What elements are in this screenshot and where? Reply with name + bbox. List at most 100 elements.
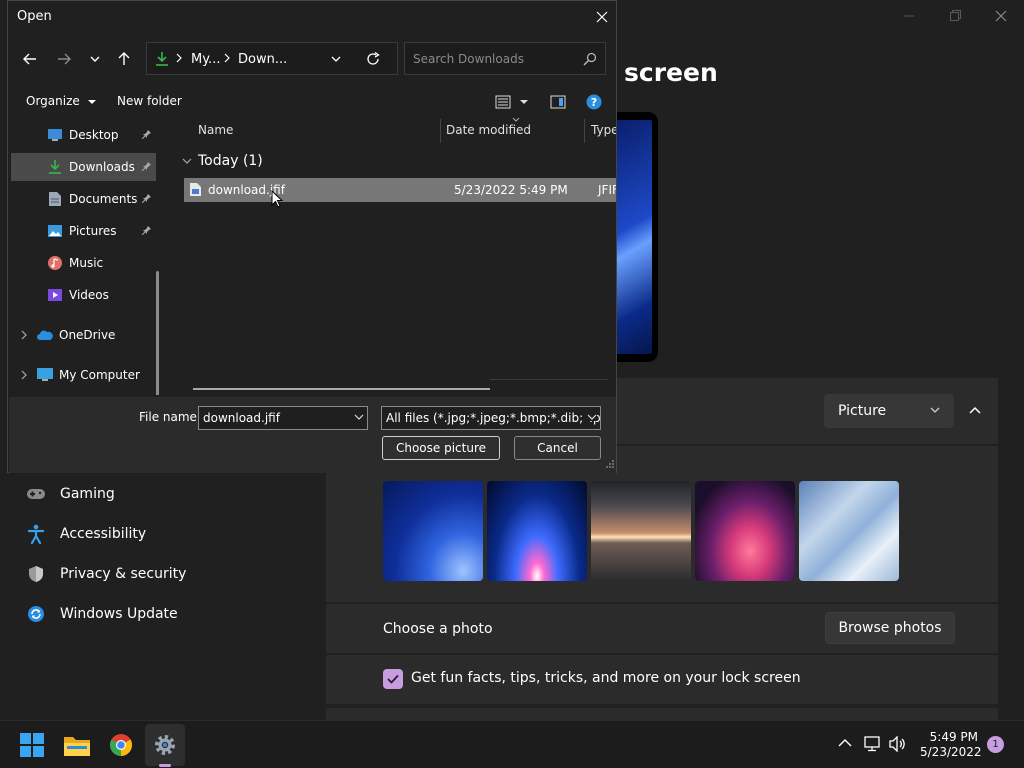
cloud-icon xyxy=(37,327,53,343)
tree-item-onedrive[interactable]: OneDrive xyxy=(11,321,156,349)
group-header[interactable]: Today (1) xyxy=(182,153,263,169)
tree-item-downloads[interactable]: Downloads xyxy=(11,153,156,181)
clock-date: 5/23/2022 xyxy=(920,745,982,759)
navigation-pane: Desktop Downloads Documents Pictures Mus… xyxy=(9,117,165,395)
column-header-name[interactable]: Name xyxy=(198,123,233,137)
start-button[interactable] xyxy=(16,729,48,761)
address-bar[interactable]: My... Down... xyxy=(146,42,398,75)
choose-photo-label: Choose a photo xyxy=(383,621,493,637)
gamepad-icon xyxy=(26,484,46,504)
group-label: Today (1) xyxy=(198,153,263,169)
chrome-button[interactable] xyxy=(105,729,137,761)
recent-locations-button[interactable] xyxy=(83,48,107,70)
recent-image-thumbnail[interactable] xyxy=(799,481,899,581)
file-row[interactable]: download.jfif 5/23/2022 5:49 PM JFIF Fil… xyxy=(184,178,616,208)
arrow-up-icon xyxy=(118,52,130,66)
download-folder-icon xyxy=(155,51,169,67)
search-icon xyxy=(583,52,597,66)
tree-item-label: Pictures xyxy=(69,224,117,238)
breadcrumb-segment[interactable]: My... xyxy=(191,52,220,67)
taskbar: 5:49 PM 5/23/2022 1 xyxy=(0,720,1024,768)
up-button[interactable] xyxy=(112,48,136,70)
clock[interactable]: 5:49 PM 5/23/2022 xyxy=(920,730,982,760)
new-folder-button[interactable]: New folder xyxy=(117,94,182,108)
forward-button[interactable] xyxy=(52,48,76,70)
file-list: Name Date modified Type Today (1) downlo… xyxy=(174,117,616,395)
maximize-button[interactable] xyxy=(944,6,966,26)
background-type-value: Picture xyxy=(838,403,887,419)
breadcrumb-segment[interactable]: Down... xyxy=(238,52,287,67)
clock-time: 5:49 PM xyxy=(929,730,978,744)
fun-facts-checkbox[interactable] xyxy=(383,669,403,689)
tree-item-desktop[interactable]: Desktop xyxy=(11,121,156,149)
volume-button[interactable] xyxy=(889,736,907,752)
document-icon xyxy=(47,191,63,207)
choose-picture-button[interactable]: Choose picture xyxy=(382,436,500,460)
sidebar-item-accessibility[interactable]: Accessibility xyxy=(26,518,146,550)
dialog-titlebar: Open xyxy=(8,1,616,33)
organize-button[interactable]: Organize xyxy=(26,94,96,108)
chevron-down-icon[interactable] xyxy=(354,413,364,421)
recent-image-thumbnail[interactable] xyxy=(487,481,587,581)
recent-image-thumbnail[interactable] xyxy=(383,481,483,581)
view-options-button[interactable] xyxy=(495,95,531,109)
tree-item-music[interactable]: Music xyxy=(11,249,156,277)
back-button[interactable] xyxy=(18,48,42,70)
tree-item-my-computer[interactable]: My Computer xyxy=(11,361,156,389)
sidebar-item-label: Windows Update xyxy=(60,606,178,622)
browse-photos-button[interactable]: Browse photos xyxy=(825,612,955,644)
address-history-dropdown[interactable] xyxy=(331,55,341,63)
minimize-button[interactable] xyxy=(898,6,920,26)
close-window-button[interactable] xyxy=(990,6,1012,26)
recent-image-thumbnail[interactable] xyxy=(591,481,691,581)
preview-pane-icon xyxy=(550,95,566,109)
search-input[interactable]: Search Downloads xyxy=(404,42,606,75)
search-placeholder: Search Downloads xyxy=(413,52,524,66)
tree-item-pictures[interactable]: Pictures xyxy=(11,217,156,245)
column-separator[interactable] xyxy=(584,119,585,143)
collapse-button[interactable] xyxy=(962,398,988,424)
network-button[interactable] xyxy=(864,736,882,752)
show-hidden-icons-button[interactable] xyxy=(838,738,852,748)
resize-grip-icon[interactable] xyxy=(605,459,615,469)
file-type-select[interactable]: All files (*.jpg;*.jpeg;*.bmp;*.dib;*.pn… xyxy=(381,406,601,430)
network-icon xyxy=(864,736,882,752)
background-type-select[interactable]: Picture xyxy=(824,394,954,428)
preview-pane-button[interactable] xyxy=(550,95,566,109)
chevron-down-icon xyxy=(90,55,100,63)
arrow-right-icon xyxy=(57,53,71,65)
column-separator[interactable] xyxy=(440,119,441,143)
horizontal-scrollbar[interactable] xyxy=(193,388,490,390)
dialog-close-button[interactable] xyxy=(592,7,612,27)
update-icon xyxy=(26,604,46,624)
column-header-date[interactable]: Date modified xyxy=(446,123,531,137)
chevron-right-icon xyxy=(21,330,27,340)
file-name-input[interactable]: download.jfif xyxy=(198,406,368,430)
breadcrumb-separator-icon xyxy=(176,53,182,63)
chevron-down-icon xyxy=(930,405,940,415)
tree-item-documents[interactable]: Documents xyxy=(11,185,156,213)
sidebar-item-privacy[interactable]: Privacy & security xyxy=(26,558,186,590)
recent-image-thumbnail[interactable] xyxy=(695,481,795,581)
folder-icon xyxy=(64,734,90,756)
shield-icon xyxy=(26,564,46,584)
arrow-left-icon xyxy=(23,53,37,65)
pictures-icon xyxy=(47,223,63,239)
sidebar-item-windows-update[interactable]: Windows Update xyxy=(26,598,178,630)
settings-button[interactable] xyxy=(149,729,181,761)
chevron-up-icon xyxy=(838,738,852,748)
open-file-dialog: Open My... Down... Search Downloads Orga… xyxy=(7,0,617,473)
help-button[interactable]: ? xyxy=(586,94,602,110)
svg-text:?: ? xyxy=(591,96,597,109)
tree-item-videos[interactable]: Videos xyxy=(11,281,156,309)
sidebar-item-gaming[interactable]: Gaming xyxy=(26,478,115,510)
file-explorer-button[interactable] xyxy=(61,729,93,761)
cancel-button[interactable]: Cancel xyxy=(514,436,601,460)
scroll-track xyxy=(490,379,608,380)
chevron-up-icon xyxy=(969,406,981,416)
column-header-type[interactable]: Type xyxy=(591,123,616,137)
pin-icon xyxy=(142,129,152,139)
refresh-icon[interactable] xyxy=(366,52,380,66)
notification-badge[interactable]: 1 xyxy=(987,736,1004,753)
navigation-scrollbar[interactable] xyxy=(156,271,159,395)
